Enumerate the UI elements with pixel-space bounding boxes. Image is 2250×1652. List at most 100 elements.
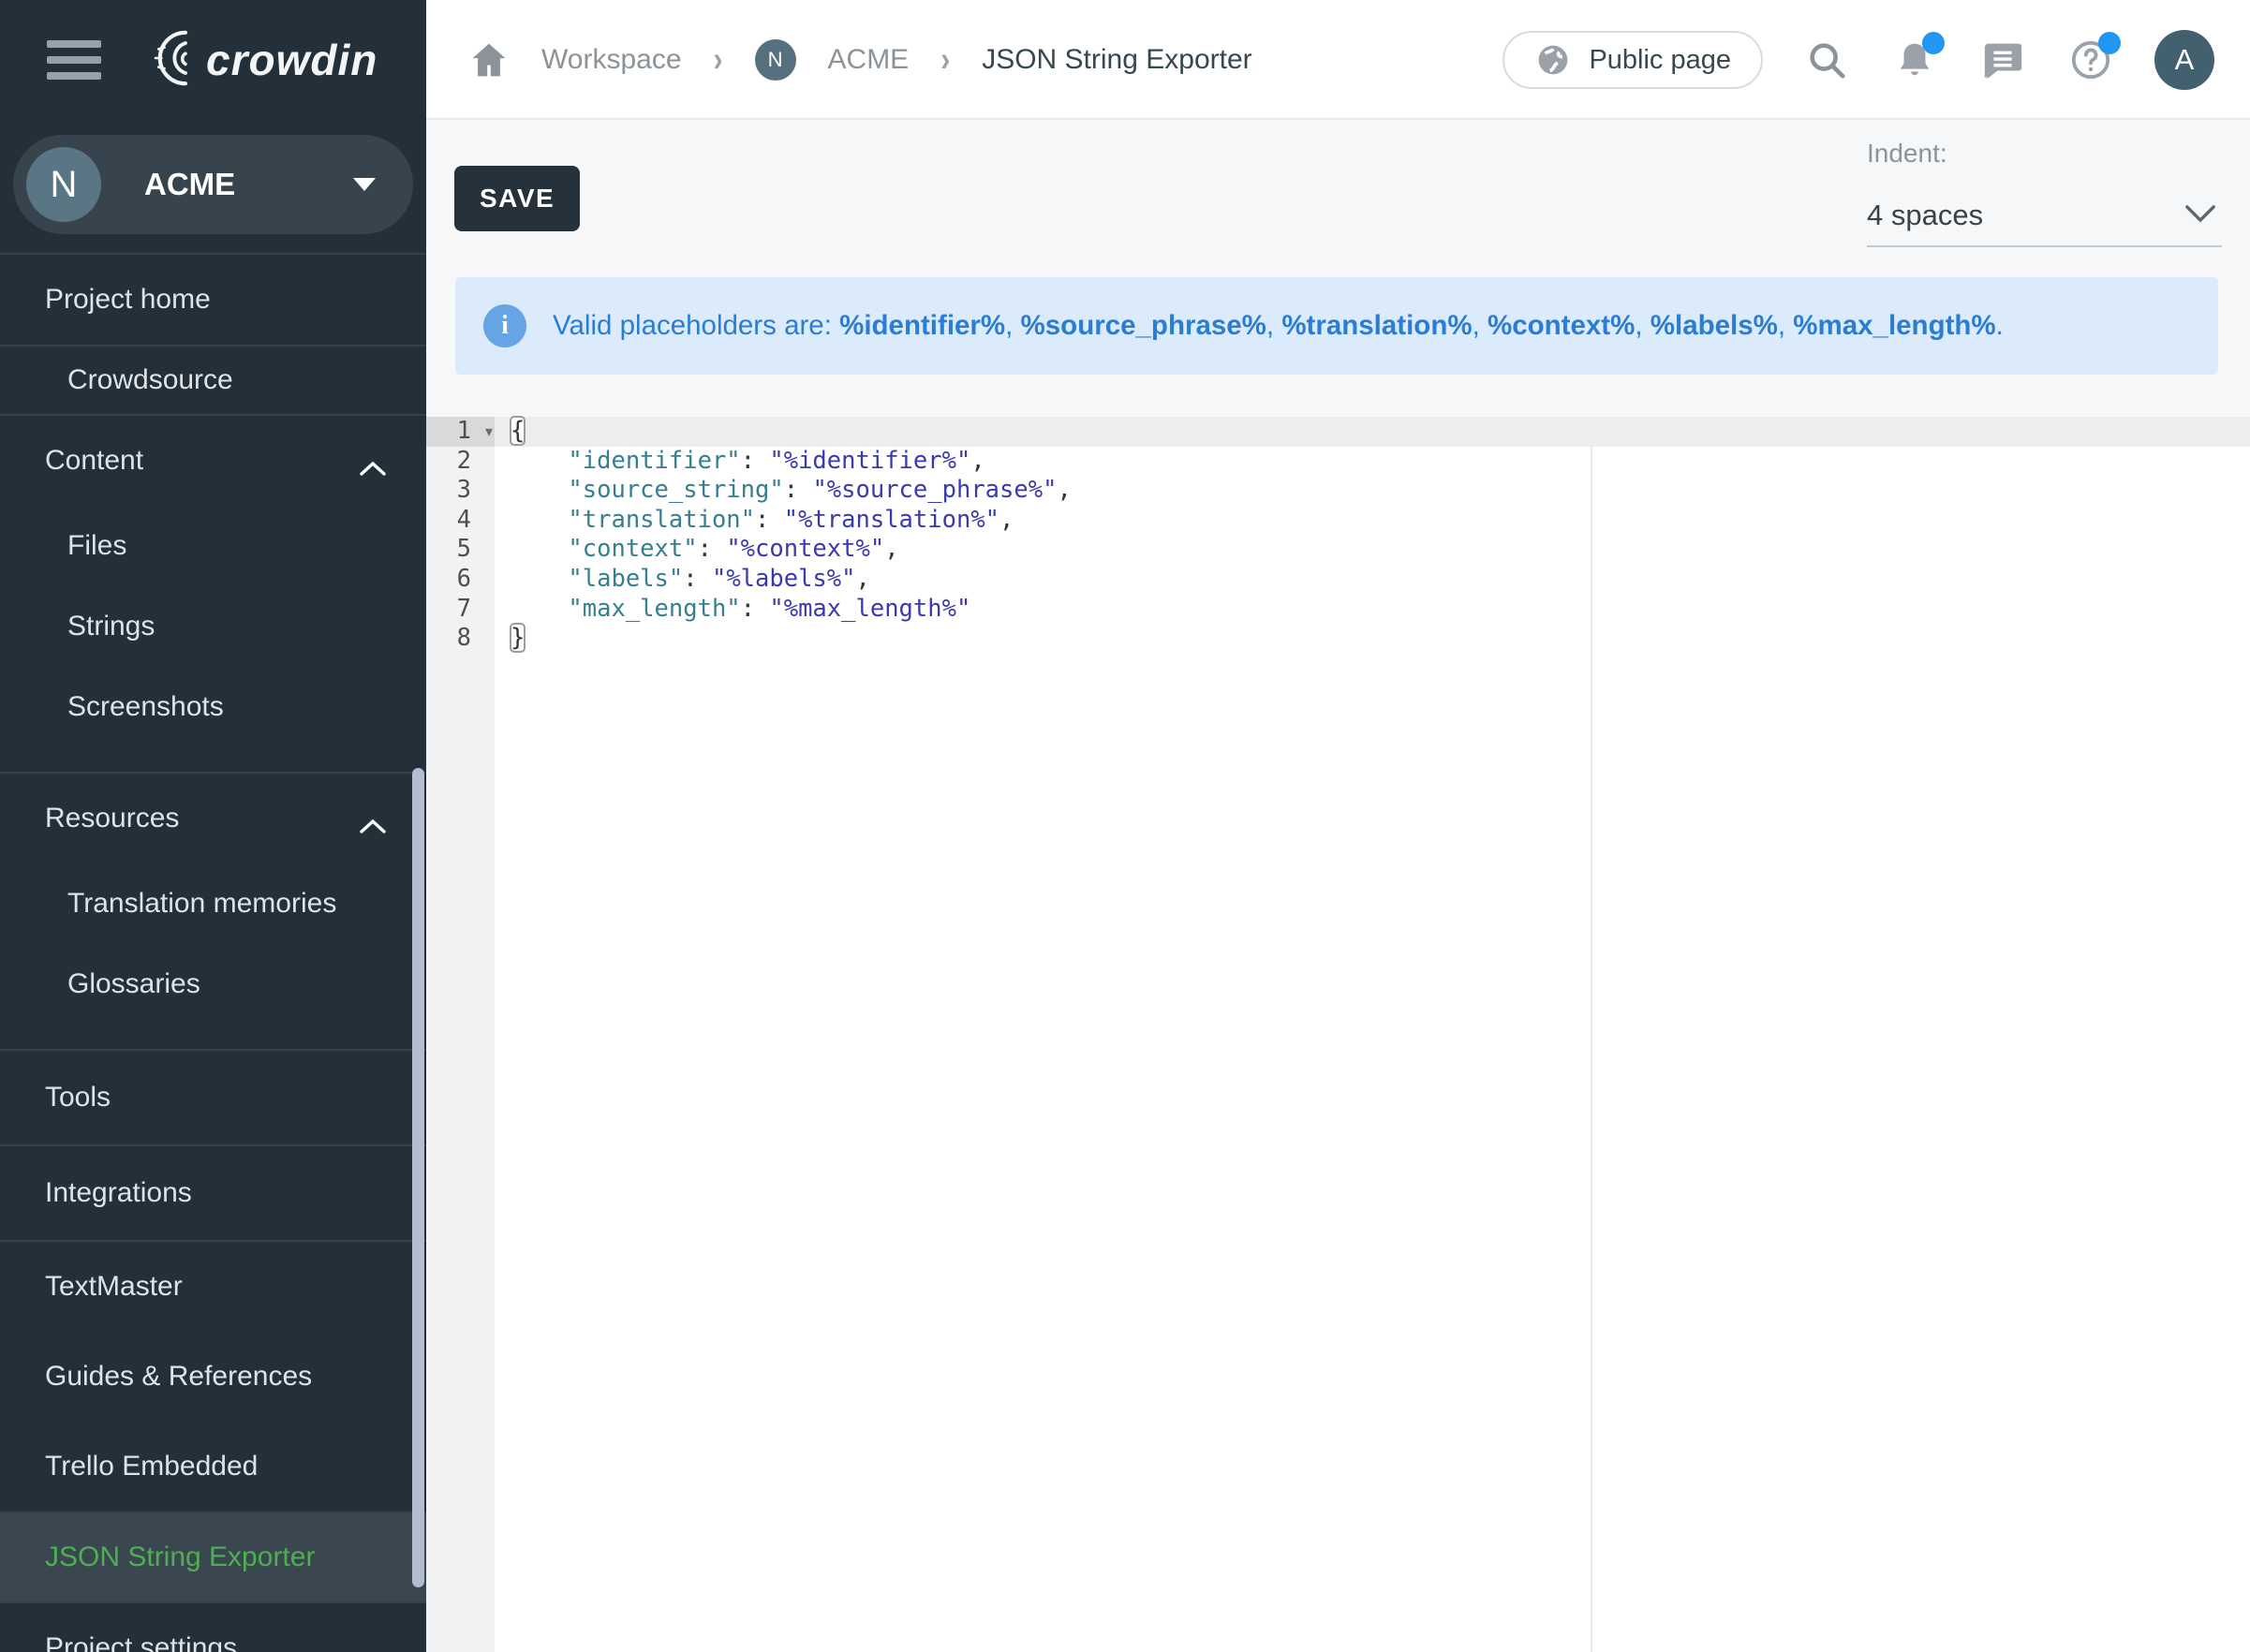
editor-code-area: { "identifier": "%identifier%", "source_… [495, 417, 2250, 654]
sidebar-item-label: Trello Embedded [45, 1451, 258, 1482]
sidebar-item-content[interactable]: Content [0, 416, 426, 506]
sidebar-scrollbar[interactable] [412, 768, 424, 1587]
chevron-right-icon: › [714, 40, 723, 81]
header-brand-area: crowdin [0, 0, 426, 120]
crowdin-logo-icon [141, 28, 200, 93]
hamburger-menu-icon[interactable] [47, 40, 101, 80]
crowdin-logo[interactable]: crowdin [141, 28, 377, 93]
brace-token: { [511, 417, 525, 445]
punctuation-token: , [970, 447, 984, 475]
breadcrumb-current-page: JSON String Exporter [982, 44, 1251, 76]
breadcrumb-workspace[interactable]: Workspace [541, 44, 682, 76]
code-editor[interactable]: 1▾2345678 { "identifier": "%identifier%"… [426, 417, 2250, 1652]
sidebar-item-label: Content [45, 445, 143, 477]
editor-gutter: 1▾2345678 [426, 417, 495, 1652]
sidebar-group: Project settings [0, 1603, 426, 1652]
sidebar-group: TextMaster Guides & References Trello Embe… [0, 1242, 426, 1512]
json-value-token: "%identifier%" [769, 447, 970, 475]
sidebar-item-label: TextMaster [45, 1271, 183, 1303]
sidebar-item-guides-references[interactable]: Guides & References [0, 1332, 426, 1422]
punctuation-token: : [683, 565, 712, 593]
code-line: "max_length": "%max_length%" [495, 595, 2250, 625]
gutter-line-number[interactable]: 8 [426, 624, 495, 654]
gutter-line-number[interactable]: 1▾ [426, 417, 495, 447]
code-line: "context": "%context%", [495, 535, 2250, 565]
sidebar-item-trello-embedded[interactable]: Trello Embedded [0, 1422, 426, 1512]
brace-token: } [511, 624, 525, 652]
project-selector-name: ACME [144, 167, 235, 202]
sidebar-item-json-string-exporter[interactable]: JSON String Exporter [0, 1513, 426, 1601]
gutter-line-number[interactable]: 3 [426, 476, 495, 506]
punctuation-token: : [741, 595, 770, 623]
json-key-token: "translation" [568, 506, 755, 534]
banner-text: Valid placeholders are: %identifier%, %s… [553, 310, 2004, 342]
placeholder-token: %max_length% [1793, 310, 1995, 341]
sidebar-item-project-settings[interactable]: Project settings [0, 1603, 426, 1652]
home-icon[interactable] [468, 39, 510, 81]
chevron-up-icon [359, 452, 387, 469]
sidebar-item-strings[interactable]: Strings [0, 586, 426, 667]
punctuation-token: , [856, 565, 870, 593]
sidebar-item-project-home[interactable]: Project home [0, 255, 426, 345]
app-root: crowdin Workspace › N ACME › JSON String… [0, 0, 2250, 1652]
gutter-line-number[interactable]: 2 [426, 447, 495, 477]
gutter-line-number[interactable]: 4 [426, 506, 495, 536]
punctuation-token: : [755, 506, 784, 534]
help-icon[interactable] [2066, 36, 2115, 84]
messages-icon[interactable] [1978, 36, 2027, 84]
indent-selected-value: 4 spaces [1867, 199, 1983, 232]
sidebar-menu: Project home Crowdsource Content Files Strin… [0, 253, 426, 1652]
sidebar-item-label: JSON String Exporter [45, 1541, 315, 1573]
sidebar-group: Tools [0, 1051, 426, 1144]
chevron-right-icon: › [940, 40, 950, 81]
indent-select[interactable]: 4 spaces [1867, 185, 2222, 247]
sidebar-item-label: Translation memories [67, 888, 336, 920]
punctuation-token [511, 565, 568, 593]
placeholder-token: %translation% [1281, 310, 1472, 341]
punctuation-token [511, 447, 568, 475]
sidebar-item-label: Project settings [45, 1632, 237, 1652]
search-icon[interactable] [1802, 36, 1851, 84]
gutter-line-number[interactable]: 5 [426, 535, 495, 565]
crowdin-logo-text: crowdin [206, 35, 377, 85]
sidebar-item-textmaster[interactable]: TextMaster [0, 1242, 426, 1332]
sidebar-item-translation-memories[interactable]: Translation memories [0, 863, 426, 944]
sidebar-item-glossaries[interactable]: Glossaries [0, 944, 426, 1025]
sidebar-group: Resources Translation memories Glossaries [0, 774, 426, 1025]
code-line: { [495, 417, 2250, 447]
json-value-token: "%context%" [726, 535, 884, 563]
punctuation-token: : [698, 535, 727, 563]
punctuation-token: : [784, 476, 813, 504]
sidebar-item-resources[interactable]: Resources [0, 774, 426, 863]
sidebar-item-screenshots[interactable]: Screenshots [0, 667, 426, 747]
placeholders-info-banner: i Valid placeholders are: %identifier%, … [455, 277, 2218, 375]
top-header: crowdin Workspace › N ACME › JSON String… [0, 0, 2250, 120]
sidebar-item-label: Crowdsource [67, 364, 233, 396]
json-key-token: "context" [568, 535, 697, 563]
gutter-line-number[interactable]: 7 [426, 595, 495, 625]
code-line: "source_string": "%source_phrase%", [495, 476, 2250, 506]
sidebar-item-files[interactable]: Files [0, 506, 426, 586]
public-page-button[interactable]: Public page [1502, 31, 1763, 89]
save-button[interactable]: SAVE [454, 166, 580, 231]
user-avatar[interactable]: A [2154, 30, 2214, 90]
gutter-line-number[interactable]: 6 [426, 565, 495, 595]
sidebar-item-tools[interactable]: Tools [0, 1051, 426, 1144]
sidebar-group: Integrations [0, 1146, 426, 1240]
breadcrumb-project[interactable]: ACME [828, 44, 910, 76]
json-key-token: "identifier" [568, 447, 740, 475]
project-selector[interactable]: N ACME [13, 135, 413, 234]
json-key-token: "labels" [568, 565, 683, 593]
punctuation-token: : [741, 447, 770, 475]
json-value-token: "%source_phrase%" [812, 476, 1057, 504]
chevron-down-icon [353, 178, 376, 191]
json-value-token: "%max_length%" [769, 595, 970, 623]
sidebar-item-label: Strings [67, 611, 155, 642]
sidebar-item-crowdsource[interactable]: Crowdsource [0, 347, 426, 414]
notifications-bell-icon[interactable] [1890, 36, 1939, 84]
placeholder-token: %identifier% [839, 310, 1005, 341]
code-line: } [495, 624, 2250, 654]
sidebar-item-integrations[interactable]: Integrations [0, 1146, 426, 1240]
help-dot [2098, 32, 2121, 54]
fold-toggle-icon[interactable]: ▾ [485, 418, 493, 448]
